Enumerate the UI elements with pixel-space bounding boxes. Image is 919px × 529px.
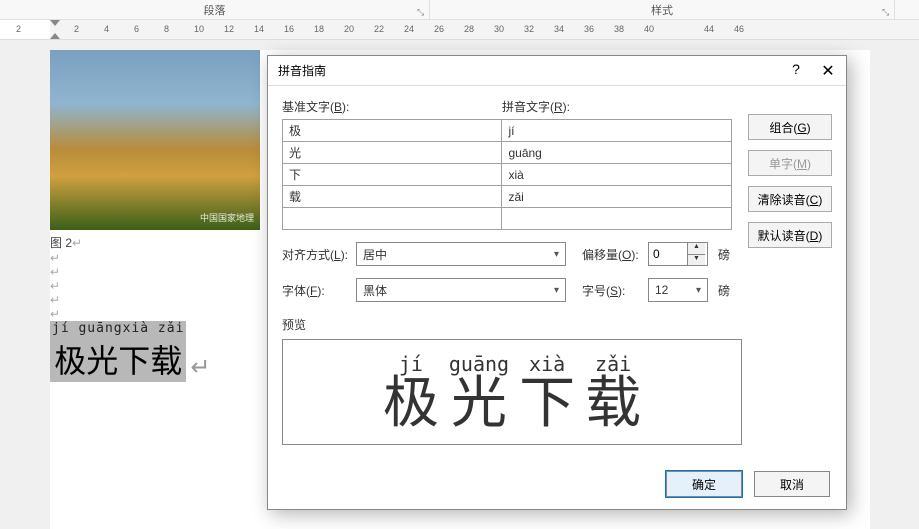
- alignment-combo[interactable]: 居中 ▾: [356, 242, 566, 266]
- ribbon-group-paragraph: 段落 ⤡: [0, 0, 430, 19]
- ruler-tick: 14: [254, 24, 264, 34]
- ruler-tick: 26: [434, 24, 444, 34]
- close-button[interactable]: ✕: [818, 61, 838, 81]
- table-row: 极jí: [283, 120, 732, 142]
- base-text-cell[interactable]: 下: [283, 164, 502, 186]
- preview-char: xià下: [519, 352, 575, 432]
- dialog-launcher-icon[interactable]: ⤡: [882, 7, 892, 17]
- ruby-base: 极光下载: [52, 336, 184, 382]
- base-text-cell[interactable]: 极: [283, 120, 502, 142]
- ruler-tick: 38: [614, 24, 624, 34]
- offset-input[interactable]: [649, 243, 687, 265]
- spin-up-icon[interactable]: ▲: [688, 243, 705, 255]
- ruler-tick: 32: [524, 24, 534, 34]
- font-label: 字体(F):: [282, 282, 350, 299]
- ribbon-group-row: 段落 ⤡ 样式 ⤡: [0, 0, 919, 20]
- ruby-text-header: 拼音文字(R):: [502, 98, 722, 115]
- ruler-tick: 34: [554, 24, 564, 34]
- size-unit: 磅: [718, 282, 730, 299]
- ruler-tick: 8: [164, 24, 169, 34]
- cancel-button[interactable]: 取消: [754, 471, 830, 497]
- preview-char: jí极: [383, 352, 439, 432]
- document-image[interactable]: 中国国家地理: [50, 50, 260, 230]
- chevron-down-icon: ▾: [554, 285, 559, 296]
- spin-down-icon[interactable]: ▼: [688, 255, 705, 266]
- ruler-tick: 12: [224, 24, 234, 34]
- help-button[interactable]: ?: [786, 61, 806, 77]
- offset-unit: 磅: [718, 246, 730, 263]
- size-label: 字号(S):: [582, 282, 642, 299]
- ok-button[interactable]: 确定: [666, 471, 742, 497]
- font-value: 黑体: [363, 282, 387, 299]
- ruby-text-cell[interactable]: xià: [502, 164, 732, 186]
- ruler-tick: 40: [644, 24, 654, 34]
- ruby-text-cell[interactable]: jí: [502, 120, 732, 142]
- ruby-table: 极jí 光guāng 下xià 载zǎi: [282, 119, 732, 230]
- base-text-cell[interactable]: [283, 208, 502, 230]
- ruby-text-cell[interactable]: [502, 208, 732, 230]
- table-row: 下xià: [283, 164, 732, 186]
- horizontal-ruler[interactable]: 2 2 4 6 8 10 12 14 16 18 20 22 24 26 28 …: [0, 20, 919, 40]
- ruler-tick: 28: [464, 24, 474, 34]
- selected-ruby-text[interactable]: jí guāngxià zǎi 极光下载: [50, 321, 186, 382]
- default-reading-button[interactable]: 默认读音(D): [748, 222, 832, 248]
- ruler-tick: 22: [374, 24, 384, 34]
- image-watermark: 中国国家地理: [200, 211, 254, 224]
- ruler-tick: 24: [404, 24, 414, 34]
- font-combo[interactable]: 黑体 ▾: [356, 278, 566, 302]
- ruler-tick: 2: [16, 24, 21, 34]
- table-row: [283, 208, 732, 230]
- ruby-text-cell[interactable]: guāng: [502, 142, 732, 164]
- ribbon-group-label: 段落: [204, 2, 226, 18]
- preview-char: guāng光: [449, 352, 509, 432]
- ruler-tick: 36: [584, 24, 594, 34]
- phonetic-guide-dialog: 拼音指南 ? ✕ 基准文字(B): 拼音文字(R): 极jí 光guāng 下x…: [267, 55, 847, 510]
- table-row: 载zǎi: [283, 186, 732, 208]
- ruler-tick: 18: [314, 24, 324, 34]
- preview-box: jí极 guāng光 xià下 zǎi载: [282, 339, 742, 445]
- combine-button[interactable]: 组合(G): [748, 114, 832, 140]
- single-button[interactable]: 单字(M): [748, 150, 832, 176]
- ruler-tick: 16: [284, 24, 294, 34]
- preview-char: zǎi载: [585, 352, 641, 432]
- base-text-cell[interactable]: 光: [283, 142, 502, 164]
- dialog-titlebar[interactable]: 拼音指南 ? ✕: [268, 56, 846, 86]
- ruler-tick: 6: [134, 24, 139, 34]
- ruler-tick: 46: [734, 24, 744, 34]
- paragraph-mark-icon: ↵: [72, 236, 82, 250]
- first-line-indent-marker[interactable]: [50, 20, 60, 26]
- paragraph-mark-icon: ↵: [190, 353, 210, 382]
- ruby-reading: jí guāngxià zǎi: [50, 321, 186, 336]
- chevron-down-icon: ▾: [554, 249, 559, 260]
- ruler-tick: 10: [194, 24, 204, 34]
- chevron-down-icon: ▾: [696, 285, 701, 296]
- table-row: 光guāng: [283, 142, 732, 164]
- ruby-text-cell[interactable]: zǎi: [502, 186, 732, 208]
- clear-reading-button[interactable]: 清除读音(C): [748, 186, 832, 212]
- ruler-tick: 30: [494, 24, 504, 34]
- ribbon-group-label: 样式: [651, 2, 673, 18]
- preview-label: 预览: [282, 316, 832, 333]
- alignment-label: 对齐方式(L):: [282, 246, 350, 263]
- offset-spinner[interactable]: ▲▼: [648, 242, 708, 266]
- ribbon-group-styles: 样式 ⤡: [430, 0, 895, 19]
- size-combo[interactable]: 12 ▾: [648, 278, 708, 302]
- base-text-cell[interactable]: 载: [283, 186, 502, 208]
- ruler-tick: 4: [104, 24, 109, 34]
- dialog-title: 拼音指南: [278, 62, 326, 79]
- image-caption: 图 2: [50, 236, 72, 250]
- ruler-tick: 44: [704, 24, 714, 34]
- base-text-header: 基准文字(B):: [282, 98, 502, 115]
- offset-label: 偏移量(O):: [582, 246, 642, 263]
- ruler-tick: 20: [344, 24, 354, 34]
- alignment-value: 居中: [363, 246, 387, 263]
- hanging-indent-marker[interactable]: [50, 33, 60, 39]
- side-button-group: 组合(G) 单字(M) 清除读音(C) 默认读音(D): [748, 114, 832, 248]
- size-value: 12: [655, 283, 668, 297]
- ruler-tick: 2: [74, 24, 79, 34]
- dialog-launcher-icon[interactable]: ⤡: [417, 7, 427, 17]
